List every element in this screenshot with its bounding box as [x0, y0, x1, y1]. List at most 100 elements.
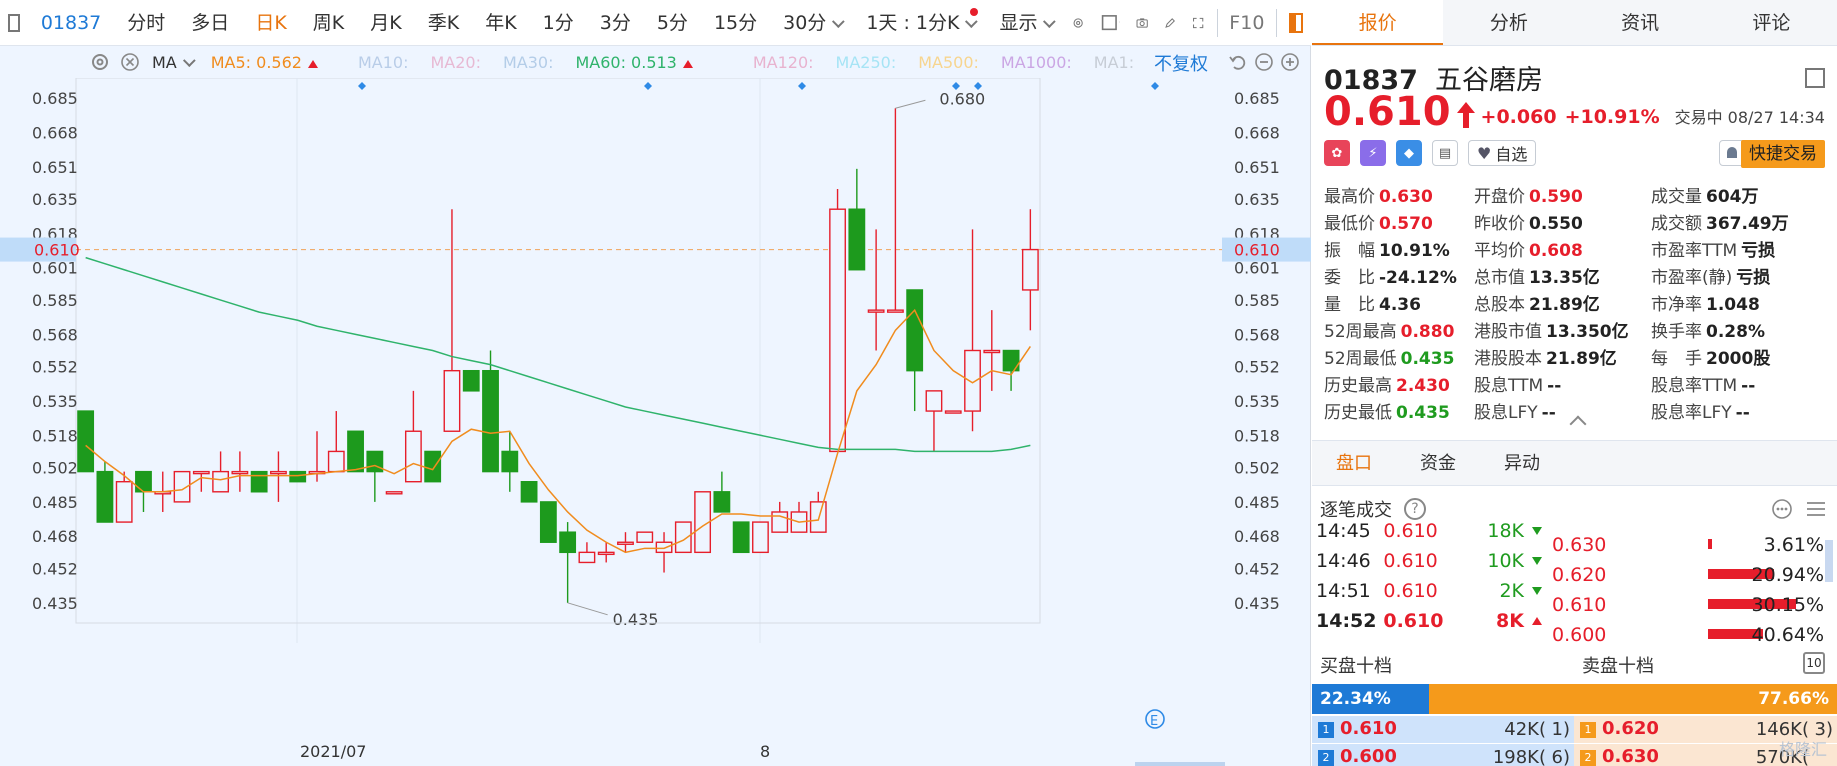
layout-toggle-icon[interactable] [8, 13, 20, 32]
period-tab[interactable]: 15分 [701, 0, 770, 46]
candle-body [829, 208, 846, 453]
candle-body [848, 208, 866, 271]
stat-label: 量 比 [1324, 295, 1375, 315]
candle-body [231, 470, 249, 475]
list-icon[interactable] [1805, 498, 1827, 520]
stat-label: 换手率 [1651, 322, 1702, 342]
panel-tab[interactable]: 异动 [1480, 441, 1564, 485]
stock-code-tab[interactable]: 01837 [28, 0, 114, 46]
period-tab[interactable]: 1分 [530, 0, 587, 46]
scrollbar[interactable] [1825, 540, 1833, 582]
fullscreen-icon[interactable] [1192, 12, 1204, 34]
ma-select[interactable]: MA [152, 53, 191, 72]
ma-close-icon[interactable] [120, 52, 140, 72]
draw-pen-icon[interactable] [1164, 12, 1176, 34]
display-menu[interactable]: 显示 [986, 0, 1064, 46]
zoom-out-icon[interactable] [1254, 52, 1274, 72]
more-icon[interactable] [1771, 498, 1793, 520]
heart-icon: ♥ [1477, 143, 1492, 163]
period-tab[interactable]: 月K [357, 0, 414, 46]
notes-icon[interactable]: ▤ [1432, 140, 1458, 166]
period-tab[interactable]: 多日 [178, 0, 242, 46]
bid-count: 1) [1551, 719, 1570, 740]
stat-label: 委 比 [1324, 268, 1375, 288]
x-tick-label: 2021/07 [300, 742, 366, 761]
quote-tab[interactable]: 评论 [1706, 0, 1837, 45]
hk-flag-icon[interactable]: ✿ [1324, 140, 1350, 166]
candle-body [752, 521, 769, 554]
candle-body [964, 349, 981, 412]
period-tab[interactable]: 5分 [644, 0, 701, 46]
period-tab[interactable]: 30分 [770, 0, 853, 46]
ma10-value: MA10: [357, 52, 409, 72]
dist-price: 0.610 [1552, 594, 1607, 616]
stat-value: 21.89亿 [1546, 349, 1617, 369]
candlestick-chart[interactable]: 0.685 0.685 0.668 0.668 0.651 0.651 0.635 0.635… [0, 78, 1311, 766]
stat-cell: 港股股本 21.89亿 [1474, 344, 1651, 371]
quote-tab[interactable]: 报价 [1312, 0, 1444, 45]
tag-icon[interactable]: ◆ [1396, 140, 1422, 166]
ma120-value: MA120: [752, 52, 814, 72]
ma-settings-icon[interactable] [90, 52, 110, 72]
watchlist-button[interactable]: ♥ 自选 [1468, 140, 1537, 166]
y-tick-label-left: 0.518 [32, 426, 78, 445]
settings-icon[interactable] [1072, 12, 1084, 34]
candle-body [96, 470, 114, 523]
stat-cell: 市净率 1.048 [1651, 290, 1801, 317]
stats-row: 最低价 0.570 昨收价 0.550 成交额 367.49万 [1324, 209, 1829, 236]
stat-label: 最低价 [1324, 214, 1375, 234]
bid-level[interactable]: 1 0.610 42K(1) [1312, 716, 1574, 744]
period-select[interactable]: 1天 : 1分K [853, 0, 986, 46]
period-tab[interactable]: 分时 [114, 0, 178, 46]
stat-value: 0.435 [1400, 349, 1455, 369]
tick-price: 0.610 [1383, 610, 1444, 630]
price-dist-row: 0.620 20.94% [1544, 560, 1824, 590]
fuquan-button[interactable]: 不复权 [1154, 50, 1208, 76]
camera-icon[interactable] [1136, 12, 1148, 34]
period-tab[interactable]: 日K [242, 0, 299, 46]
frame-icon[interactable] [1101, 12, 1120, 34]
ma60-value: MA60: 0.513 [575, 53, 693, 72]
y-tick-label-left: 0.685 [32, 89, 78, 108]
y-tick-label-right: 0.568 [1234, 325, 1280, 344]
tick-row: 14:45 0.610 18K [1312, 516, 1542, 546]
layout-icon[interactable] [1805, 68, 1825, 88]
stat-value: 0.570 [1379, 214, 1433, 234]
stat-value: 4.36 [1379, 295, 1421, 315]
stat-value: 0.550 [1529, 214, 1583, 234]
candle-body [77, 410, 95, 473]
candle-body [424, 450, 442, 483]
period-tab[interactable]: 周K [300, 0, 357, 46]
stat-label: 市盈率(静) [1651, 268, 1733, 288]
level-badge: 2 [1580, 750, 1596, 766]
panel-tab[interactable]: 资金 [1396, 441, 1480, 485]
quote-tab[interactable]: 资讯 [1575, 0, 1706, 45]
bid-volume: 198K( [1492, 747, 1546, 766]
quick-trade-button[interactable]: 快捷交易 [1741, 140, 1825, 168]
f10-button[interactable]: F10 [1221, 0, 1272, 46]
tick-list[interactable]: 14:45 0.610 18K 14:46 0.610 10K 14:51 0.610 2K 14… [1312, 516, 1542, 630]
stat-value: 21.89亿 [1529, 295, 1600, 315]
candle-body [443, 369, 461, 432]
undo-icon[interactable] [1228, 52, 1248, 72]
down-triangle-icon [1532, 527, 1542, 535]
lightning-icon[interactable]: ⚡ [1360, 140, 1386, 166]
period-tab[interactable]: 年K [472, 0, 529, 46]
quote-tab[interactable]: 分析 [1443, 0, 1574, 45]
side-panel-icon[interactable] [1288, 12, 1303, 33]
stat-cell: 52周最高 0.880 [1324, 317, 1474, 344]
tick-volume: 10K [1487, 550, 1524, 572]
zoom-in-icon[interactable] [1280, 52, 1300, 72]
panel-tab[interactable]: 盘口 [1312, 441, 1396, 485]
ten-levels-toggle[interactable]: 10 [1803, 652, 1825, 674]
stat-cell: 每 手 2000股 [1651, 344, 1801, 371]
period-tab[interactable]: 3分 [587, 0, 644, 46]
quote-stats-grid: 最高价 0.630 开盘价 0.590 成交量 604万 最低价 0.570 昨收价 0.550 成… [1324, 182, 1829, 425]
period-tab[interactable]: 季K [415, 0, 472, 46]
price-dist-row: 0.630 3.61% [1544, 530, 1824, 560]
tick-price: 0.610 [1383, 550, 1438, 572]
ask-price: 0.620 [1602, 718, 1659, 739]
stat-value: -- [1547, 376, 1562, 396]
bid-level[interactable]: 2 0.600 198K(6) [1312, 744, 1574, 766]
dist-price: 0.600 [1552, 624, 1607, 646]
